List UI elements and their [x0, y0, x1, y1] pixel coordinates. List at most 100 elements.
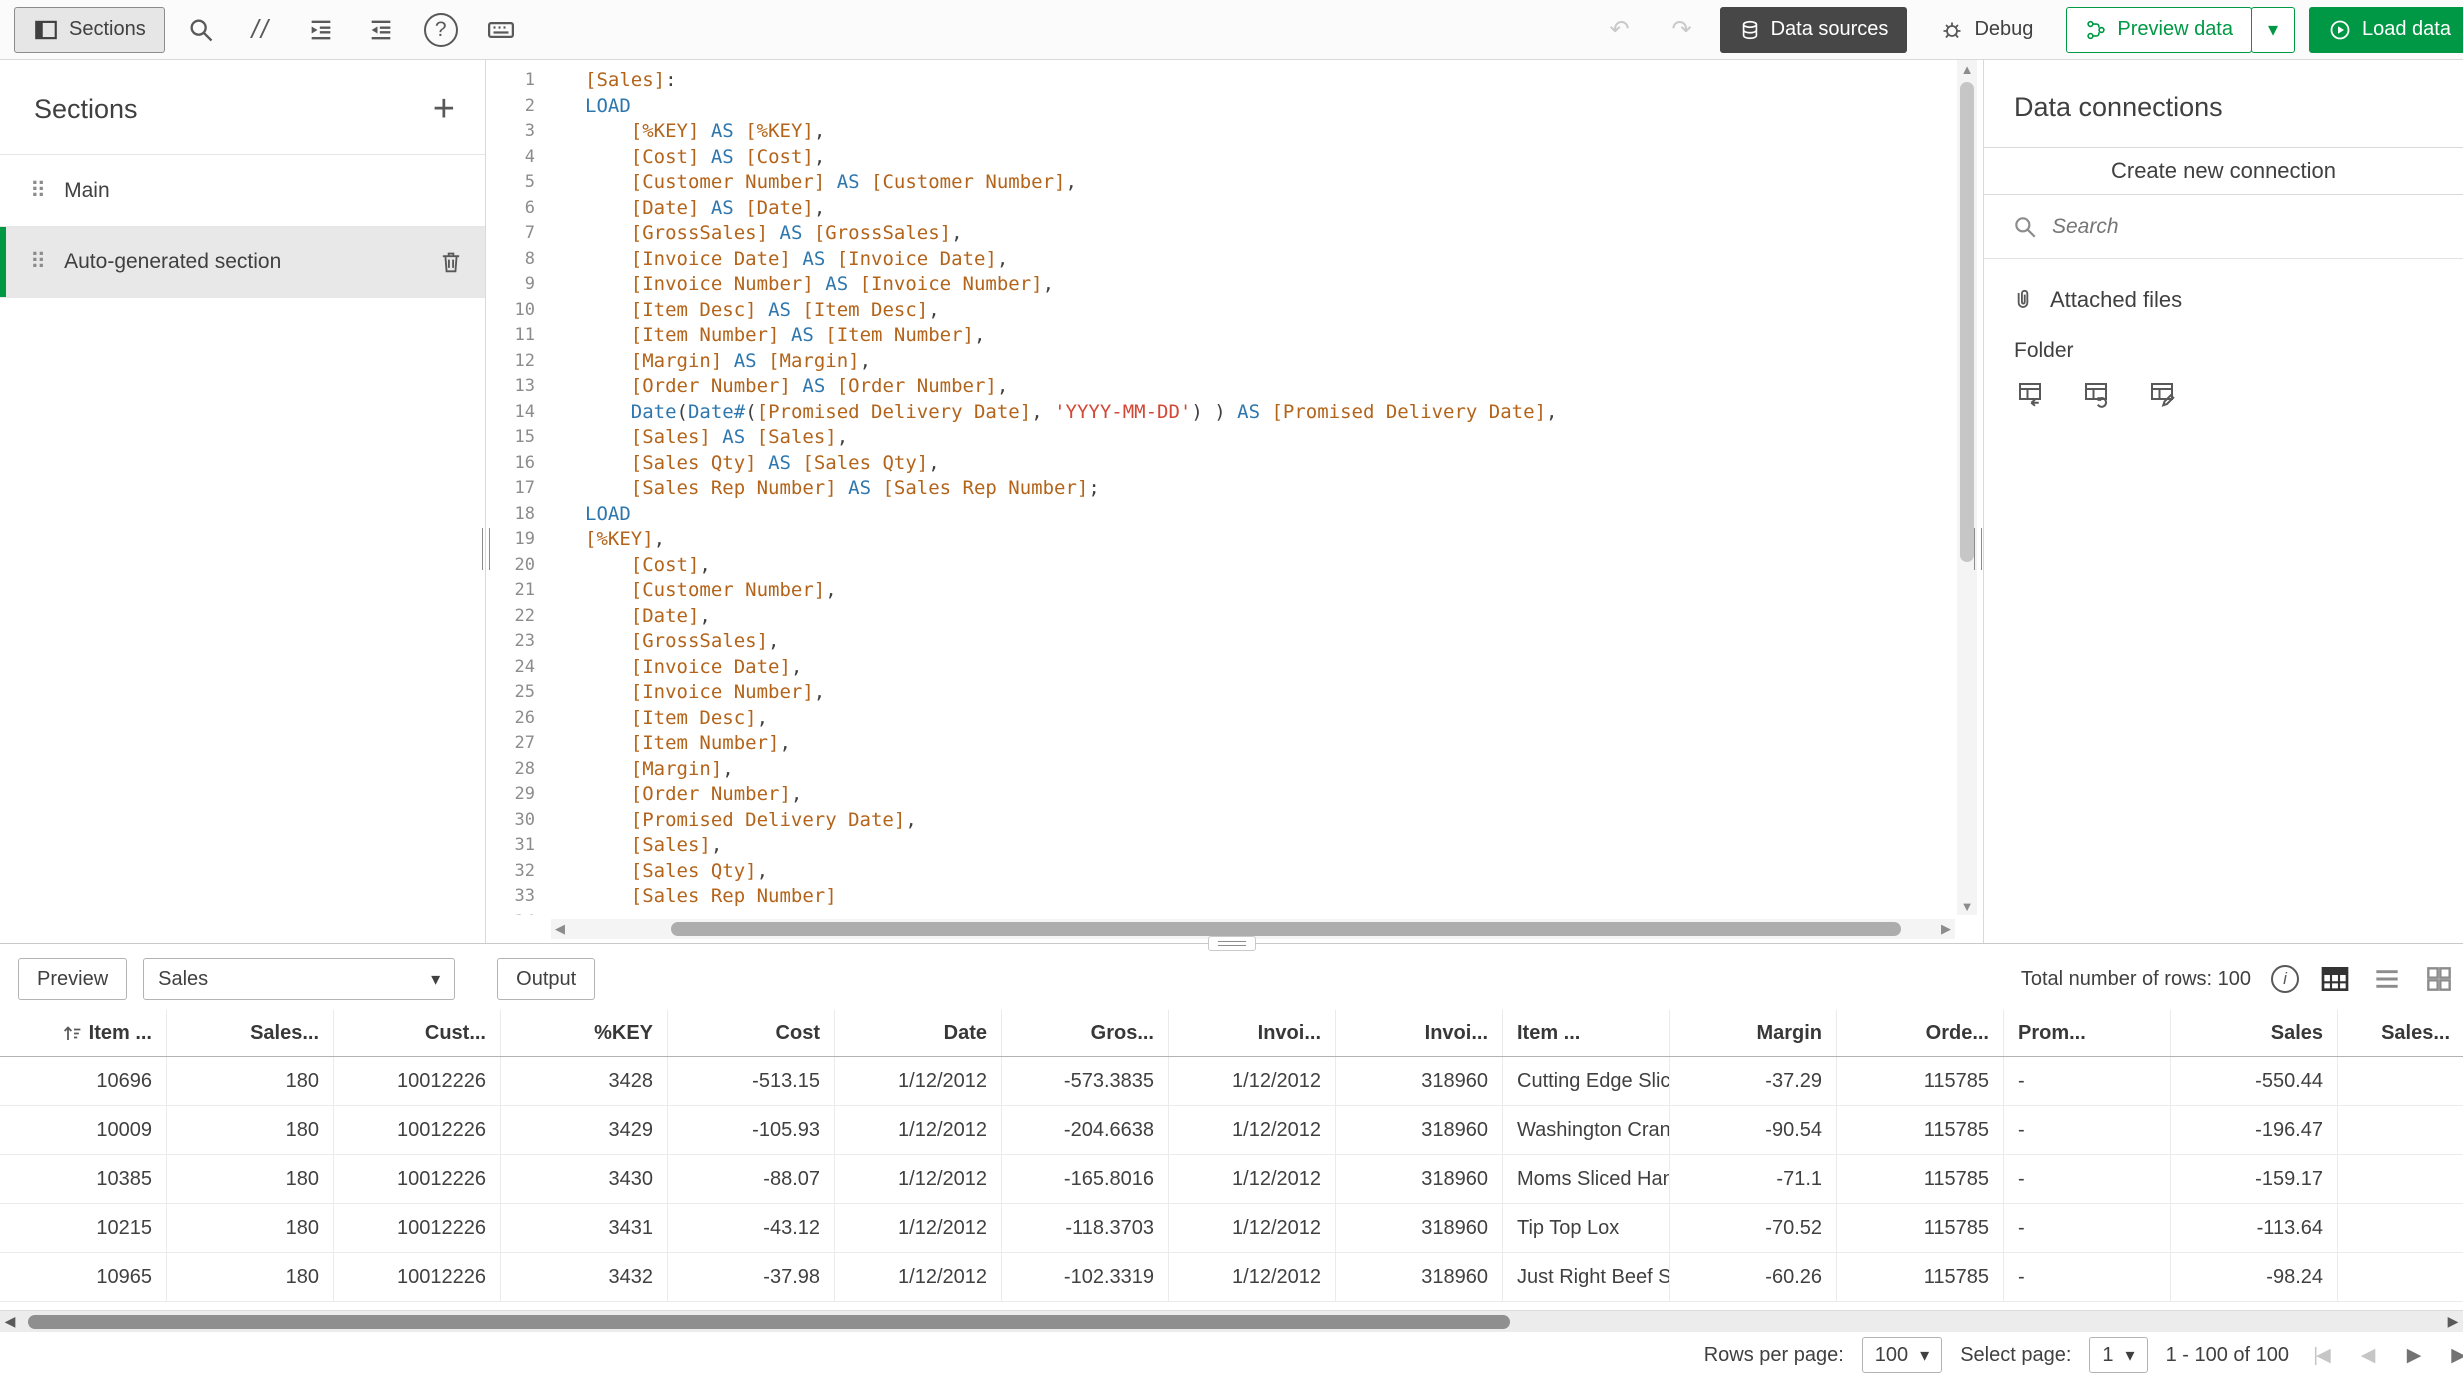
section-item-main[interactable]: ⠿ Main — [0, 154, 485, 226]
debug-button[interactable]: Debug — [1921, 7, 2052, 53]
delete-section-icon[interactable] — [437, 248, 465, 276]
column-header[interactable]: Orde... — [1837, 1010, 2004, 1056]
code-line[interactable]: 18 LOAD — [487, 502, 1955, 528]
scrollbar-thumb[interactable] — [671, 922, 1901, 936]
code-line[interactable]: 20 [Cost], — [487, 553, 1955, 579]
table-horizontal-scrollbar[interactable]: ◀ ▶ — [0, 1310, 2463, 1332]
column-header[interactable]: Sales... — [167, 1010, 334, 1056]
code-line[interactable]: 30 [Promised Delivery Date], — [487, 808, 1955, 834]
code-line[interactable]: 28 [Margin], — [487, 757, 1955, 783]
code-line[interactable]: 26 [Item Desc], — [487, 706, 1955, 732]
shortcuts-icon[interactable] — [477, 7, 525, 53]
editor-vertical-scrollbar[interactable]: ▲ ▼ — [1957, 60, 1977, 915]
next-page-icon[interactable]: ▶ — [2399, 1344, 2427, 1367]
attached-files-row[interactable]: Attached files — [1984, 259, 2463, 313]
comment-icon[interactable]: // — [237, 7, 285, 53]
insert-connection-icon[interactable] — [2014, 379, 2046, 409]
connection-search-input[interactable] — [2052, 214, 2439, 239]
code-line[interactable]: 15 [Sales] AS [Sales], — [487, 425, 1955, 451]
search-icon[interactable] — [177, 7, 225, 53]
scroll-left-icon[interactable]: ◀ — [0, 1311, 20, 1332]
first-page-icon[interactable]: |◀ — [2307, 1344, 2335, 1367]
column-header[interactable]: Sales — [2171, 1010, 2338, 1056]
scrollbar-thumb[interactable] — [1960, 82, 1974, 562]
code-line[interactable]: 1 [Sales]: — [487, 68, 1955, 94]
table-row[interactable]: 10965 180 10012226 3432 -37.98 1/12/2012 -102.… — [0, 1253, 2463, 1302]
help-icon[interactable]: ? — [417, 7, 465, 53]
connections-panel-resize-handle[interactable] — [1974, 528, 1982, 570]
preview-data-button[interactable]: Preview data — [2066, 6, 2252, 53]
code-line[interactable]: 4 [Cost] AS [Cost], — [487, 145, 1955, 171]
scroll-down-icon[interactable]: ▼ — [1957, 897, 1977, 915]
preview-resize-handle[interactable] — [1207, 936, 1256, 951]
code-line[interactable]: 33 [Sales Rep Number] — [487, 884, 1955, 910]
column-header[interactable]: Item ... — [0, 1010, 167, 1056]
code-line[interactable]: 13 [Order Number] AS [Order Number], — [487, 374, 1955, 400]
column-header[interactable]: Gros... — [1002, 1010, 1169, 1056]
code-line[interactable]: 27 [Item Number], — [487, 731, 1955, 757]
column-header[interactable]: Cost — [668, 1010, 835, 1056]
code-line[interactable]: 8 [Invoice Date] AS [Invoice Date], — [487, 247, 1955, 273]
table-select[interactable]: Sales ▾ — [143, 958, 456, 1000]
list-view-icon[interactable] — [2371, 963, 2403, 995]
column-header[interactable]: Invoi... — [1169, 1010, 1336, 1056]
preview-data-dropdown-button[interactable]: ▾ — [2251, 6, 2295, 53]
code-line[interactable]: 9 [Invoice Number] AS [Invoice Number], — [487, 272, 1955, 298]
code-line[interactable]: 32 [Sales Qty], — [487, 859, 1955, 885]
code-line[interactable]: 14 Date(Date#([Promised Delivery Date], … — [487, 400, 1955, 426]
select-data-icon[interactable] — [2080, 379, 2112, 409]
code-line[interactable]: 7 [GrossSales] AS [GrossSales], — [487, 221, 1955, 247]
code-line[interactable]: 29 [Order Number], — [487, 782, 1955, 808]
scrollbar-thumb[interactable] — [28, 1315, 1510, 1329]
drag-handle-icon[interactable]: ⠿ — [30, 249, 46, 275]
column-header[interactable]: Sales... — [2338, 1010, 2463, 1056]
scroll-left-icon[interactable]: ◀ — [551, 919, 569, 939]
section-item-auto-generated[interactable]: ⠿ Auto-generated section — [0, 226, 485, 298]
drag-handle-icon[interactable]: ⠿ — [30, 178, 46, 204]
code-line[interactable]: 2 LOAD — [487, 94, 1955, 120]
grid-view-icon[interactable] — [2423, 963, 2455, 995]
last-page-icon[interactable]: ▶| — [2445, 1344, 2463, 1367]
table-view-icon[interactable] — [2319, 963, 2351, 995]
column-header[interactable]: Prom... — [2004, 1010, 2171, 1056]
script-editor[interactable]: 1 [Sales]: 2 LOAD 3 [%KEY] AS [%KEY], 4 [Cost… — [487, 60, 1977, 943]
redo-icon[interactable]: ↷ — [1658, 7, 1706, 53]
code-line[interactable]: 24 [Invoice Date], — [487, 655, 1955, 681]
table-row[interactable]: 10696 180 10012226 3428 -513.15 1/12/2012 -573… — [0, 1057, 2463, 1106]
scroll-right-icon[interactable]: ▶ — [1937, 919, 1955, 939]
output-tab-button[interactable]: Output — [497, 958, 596, 1000]
create-connection-button[interactable]: Create new connection — [1984, 147, 2463, 195]
column-header[interactable]: %KEY — [501, 1010, 668, 1056]
preview-tab-button[interactable]: Preview — [18, 958, 128, 1000]
column-header[interactable]: Cust... — [334, 1010, 501, 1056]
column-header[interactable]: Date — [835, 1010, 1002, 1056]
code-line[interactable]: 21 [Customer Number], — [487, 578, 1955, 604]
outdent-icon[interactable] — [357, 7, 405, 53]
scroll-right-icon[interactable]: ▶ — [2443, 1311, 2463, 1332]
connection-folder[interactable]: Folder — [1984, 313, 2463, 363]
rows-per-page-select[interactable]: 100 ▾ — [1861, 1337, 1943, 1373]
code-line[interactable]: 31 [Sales], — [487, 833, 1955, 859]
code-line[interactable]: 34 — [487, 910, 1955, 916]
add-section-button[interactable]: + — [433, 90, 455, 128]
code-line[interactable]: 17 [Sales Rep Number] AS [Sales Rep Numb… — [487, 476, 1955, 502]
info-icon[interactable]: i — [2271, 965, 2299, 993]
table-row[interactable]: 10009 180 10012226 3429 -105.93 1/12/2012 -204… — [0, 1106, 2463, 1155]
code-line[interactable]: 12 [Margin] AS [Margin], — [487, 349, 1955, 375]
code-line[interactable]: 16 [Sales Qty] AS [Sales Qty], — [487, 451, 1955, 477]
load-data-button[interactable]: Load data — [2309, 6, 2463, 53]
code-line[interactable]: 23 [GrossSales], — [487, 629, 1955, 655]
code-line[interactable]: 10 [Item Desc] AS [Item Desc], — [487, 298, 1955, 324]
code-line[interactable]: 11 [Item Number] AS [Item Number], — [487, 323, 1955, 349]
sidebar-resize-handle[interactable] — [482, 528, 490, 570]
code-line[interactable]: 6 [Date] AS [Date], — [487, 196, 1955, 222]
code-line[interactable]: 19 [%KEY], — [487, 527, 1955, 553]
table-row[interactable]: 10385 180 10012226 3430 -88.07 1/12/2012 -165.… — [0, 1155, 2463, 1204]
column-header[interactable]: Margin — [1670, 1010, 1837, 1056]
edit-connection-icon[interactable] — [2146, 379, 2178, 409]
column-header[interactable]: Invoi... — [1336, 1010, 1503, 1056]
sections-toggle-button[interactable]: Sections — [14, 6, 165, 53]
code-line[interactable]: 22 [Date], — [487, 604, 1955, 630]
code-line[interactable]: 3 [%KEY] AS [%KEY], — [487, 119, 1955, 145]
data-sources-button[interactable]: Data sources — [1719, 6, 1908, 53]
